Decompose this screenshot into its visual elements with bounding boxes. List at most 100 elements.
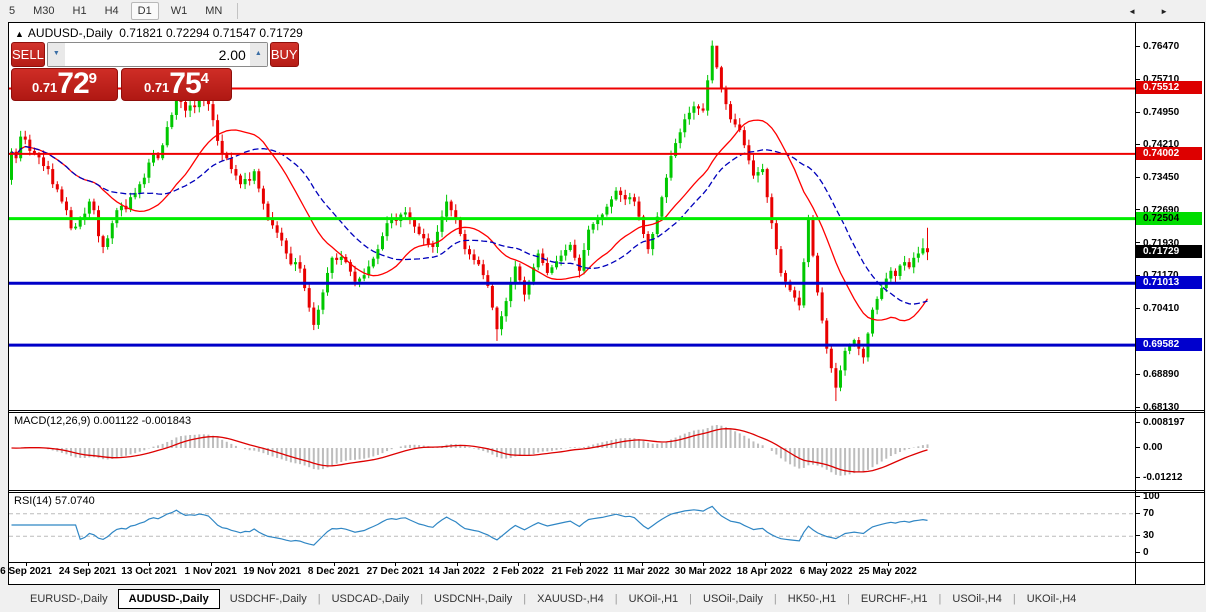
axis-tick-label: 0.68890 <box>1136 369 1204 381</box>
panel-separator <box>9 562 1204 563</box>
timeframe-button-h1[interactable]: H1 <box>67 3 93 19</box>
volume-decrease-button[interactable]: ▼ <box>47 43 65 66</box>
sell-price-pipette: 9 <box>88 70 98 87</box>
hline-price-badge: 0.74002 <box>1136 146 1202 160</box>
axis-tick-mark <box>1136 111 1140 113</box>
chart-tab-usoil-daily[interactable]: USOil-,Daily <box>693 590 773 608</box>
rsi-indicator-label: RSI(14) 57.0740 <box>14 495 95 507</box>
chart-window: ▲ AUDUSD-,Daily 0.71821 0.72294 0.71547 0… <box>0 22 1205 585</box>
symbol-tab-bar: EURUSD-,Daily AUDUSD-,Daily USDCHF-,Daily |… <box>0 585 1206 612</box>
chart-tab-usoil-h4[interactable]: USOil-,H4 <box>942 590 1012 608</box>
tab-separator: | <box>523 592 527 605</box>
axis-tick-mark <box>1136 78 1140 80</box>
rsi-panel-canvas[interactable] <box>9 493 1135 562</box>
axis-tick-label: 100 <box>1136 491 1204 503</box>
timeframe-button-5[interactable]: 5 <box>3 3 21 19</box>
axis-tick-mark <box>1136 176 1140 178</box>
volume-spinner: ▼ ▲ <box>46 42 268 67</box>
axis-tick-mark <box>1136 535 1140 537</box>
tab-scroll-arrows: ◄► <box>1128 7 1192 16</box>
sell-button[interactable]: SELL <box>11 42 45 67</box>
axis-tick-label: 0 <box>1136 547 1204 559</box>
axis-tick-label: 0.73450 <box>1136 172 1204 184</box>
panel-separator <box>9 492 1204 493</box>
chart-tab-eurusd-daily[interactable]: EURUSD-,Daily <box>20 590 118 608</box>
tab-separator: | <box>1012 592 1016 605</box>
tab-separator: | <box>689 592 692 605</box>
tab-separator: | <box>773 592 777 605</box>
axis-tick-label: 0.00 <box>1136 442 1204 454</box>
axis-tick-label: 0.76470 <box>1136 41 1204 53</box>
chart-ohlc-values: 0.71821 0.72294 0.71547 0.71729 <box>119 26 303 40</box>
timeframe-button-m30[interactable]: M30 <box>27 3 60 19</box>
timeframe-button-mn[interactable]: MN <box>199 3 228 19</box>
hline-price-badge: 0.69582 <box>1136 338 1202 352</box>
axis-tick-mark <box>1136 446 1140 448</box>
timeframe-button-w1[interactable]: W1 <box>165 3 194 19</box>
panel-separator <box>9 412 1204 413</box>
axis-tick-mark <box>1136 406 1140 408</box>
chart-tab-ukoil-h1[interactable]: UKOil-,H1 <box>619 590 689 608</box>
date-axis-label: 1 Nov 2021 <box>184 566 237 577</box>
date-axis-label: 18 Apr 2022 <box>736 566 793 577</box>
axis-tick-label: 0.008197 <box>1136 417 1204 429</box>
axis-tick-label: 0.70410 <box>1136 303 1204 315</box>
panel-separator <box>9 410 1204 411</box>
tab-separator: | <box>847 592 850 605</box>
axis-tick-label: 70 <box>1136 508 1204 520</box>
axis-tick-mark <box>1136 373 1140 375</box>
timeframe-toolbar: 5 M30 H1 H4 D1 W1 MN <box>0 0 1206 22</box>
hline-price-badge: 0.71013 <box>1136 276 1202 290</box>
date-axis-label: 13 Oct 2021 <box>121 566 177 577</box>
chart-title: ▲ AUDUSD-,Daily 0.71821 0.72294 0.71547 0… <box>15 26 303 40</box>
axis-tick-label: -0.01212 <box>1136 472 1204 484</box>
date-axis-label: 27 Dec 2021 <box>366 566 424 577</box>
date-axis-label: 24 Sep 2021 <box>58 566 117 577</box>
date-axis-label: 8 Dec 2021 <box>307 566 360 577</box>
chart-tab-hk50-h1[interactable]: HK50-,H1 <box>778 590 846 608</box>
axis-tick-mark <box>1136 242 1140 244</box>
one-click-trading-widget: SELL ▼ ▲ BUY 0.71 72 9 0.71 75 4 <box>11 42 299 101</box>
chart-tab-ukoil-h4[interactable]: UKOil-,H4 <box>1017 590 1087 608</box>
axis-tick-mark <box>1136 421 1140 423</box>
chart-tab-usdchf-daily[interactable]: USDCHF-,Daily <box>220 590 317 608</box>
date-axis-label: 6 May 2022 <box>799 566 853 577</box>
chart-tab-eurchf-h1[interactable]: EURCHF-,H1 <box>851 590 938 608</box>
macd-values: 0.001122 -0.001843 <box>93 415 192 427</box>
date-axis-label: 2 Feb 2022 <box>492 566 544 577</box>
axis-tick-mark <box>1136 45 1140 47</box>
buy-price-prefix: 0.71 <box>143 80 170 95</box>
trading-terminal: 5 M30 H1 H4 D1 W1 MN ▲ AUDUSD-,Daily 0.71821 0.… <box>0 0 1206 612</box>
timeframe-button-d1[interactable]: D1 <box>130 2 159 20</box>
buy-button[interactable]: BUY <box>269 42 299 67</box>
axis-tick-label: 0.74950 <box>1136 107 1204 119</box>
chart-tab-usdcad-daily[interactable]: USDCAD-,Daily <box>322 590 420 608</box>
date-axis-label: 21 Feb 2022 <box>551 566 609 577</box>
date-axis-label: 30 Mar 2022 <box>674 566 732 577</box>
date-axis-label: 6 Sep 2021 <box>0 566 52 577</box>
chart-tab-xauusd-h4[interactable]: XAUUSD-,H4 <box>527 590 614 608</box>
volume-input[interactable] <box>64 43 250 66</box>
tab-separator: | <box>938 592 942 605</box>
axis-tick-mark <box>1136 551 1140 553</box>
tab-scroll-left-icon[interactable]: ◄ <box>1128 7 1160 16</box>
axis-tick-mark <box>1136 495 1140 497</box>
rsi-value: 57.0740 <box>54 495 95 507</box>
volume-increase-button[interactable]: ▲ <box>249 43 267 66</box>
buy-price-big-digits: 75 <box>169 67 201 100</box>
axis-tick-mark <box>1136 308 1140 310</box>
date-axis-label: 11 Mar 2022 <box>613 566 670 577</box>
chart-tab-audusd-daily[interactable]: AUDUSD-,Daily <box>117 588 220 609</box>
axis-tick-mark <box>1136 209 1140 211</box>
timeframe-button-h4[interactable]: H4 <box>99 3 125 19</box>
tab-scroll-right-icon[interactable]: ► <box>1160 7 1192 16</box>
axis-tick-mark <box>1136 476 1140 478</box>
sell-price-display[interactable]: 0.71 72 9 <box>11 68 118 101</box>
buy-price-display[interactable]: 0.71 75 4 <box>121 68 232 101</box>
sell-price-big-digits: 72 <box>57 67 89 100</box>
date-axis-label: 19 Nov 2021 <box>243 566 302 577</box>
tab-separator: | <box>614 592 618 605</box>
tab-separator: | <box>317 592 321 605</box>
chart-tab-usdcnh-daily[interactable]: USDCNH-,Daily <box>424 590 522 608</box>
axis-tick-mark <box>1136 143 1140 145</box>
